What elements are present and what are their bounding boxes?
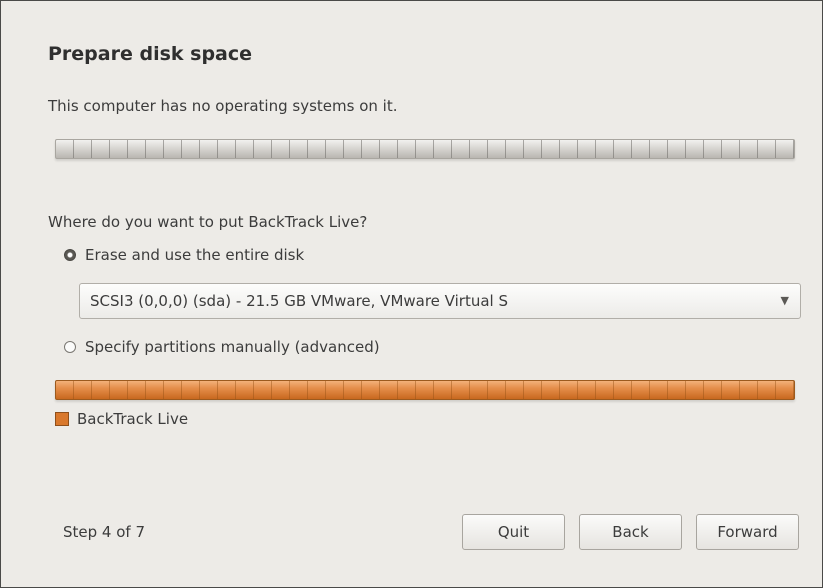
- current-disk-bar: [55, 139, 795, 159]
- disk-select-value: SCSI3 (0,0,0) (sda) - 21.5 GB VMware, VM…: [90, 292, 508, 310]
- step-indicator: Step 4 of 7: [63, 523, 146, 541]
- quit-button[interactable]: Quit: [462, 514, 565, 550]
- intro-text: This computer has no operating systems o…: [48, 97, 398, 115]
- dropdown-arrow-icon[interactable]: ▼: [781, 294, 789, 307]
- legend-label: BackTrack Live: [77, 410, 189, 428]
- install-location-question: Where do you want to put BackTrack Live?: [48, 213, 368, 231]
- back-button[interactable]: Back: [579, 514, 682, 550]
- erase-disk-option[interactable]: Erase and use the entire disk: [64, 246, 304, 264]
- radio-checked-icon[interactable]: [64, 249, 76, 261]
- radio-unchecked-icon[interactable]: [64, 341, 76, 353]
- manual-partition-label: Specify partitions manually (advanced): [85, 338, 380, 356]
- page-title: Prepare disk space: [48, 43, 253, 65]
- disk-select[interactable]: SCSI3 (0,0,0) (sda) - 21.5 GB VMware, VM…: [79, 283, 801, 319]
- partition-legend: BackTrack Live: [55, 410, 188, 428]
- legend-swatch-icon: [55, 412, 69, 426]
- new-partition-bar: [55, 380, 795, 400]
- forward-button[interactable]: Forward: [696, 514, 799, 550]
- erase-disk-label: Erase and use the entire disk: [85, 246, 305, 264]
- installer-window: Prepare disk space This computer has no …: [0, 0, 823, 588]
- manual-partition-option[interactable]: Specify partitions manually (advanced): [64, 338, 380, 356]
